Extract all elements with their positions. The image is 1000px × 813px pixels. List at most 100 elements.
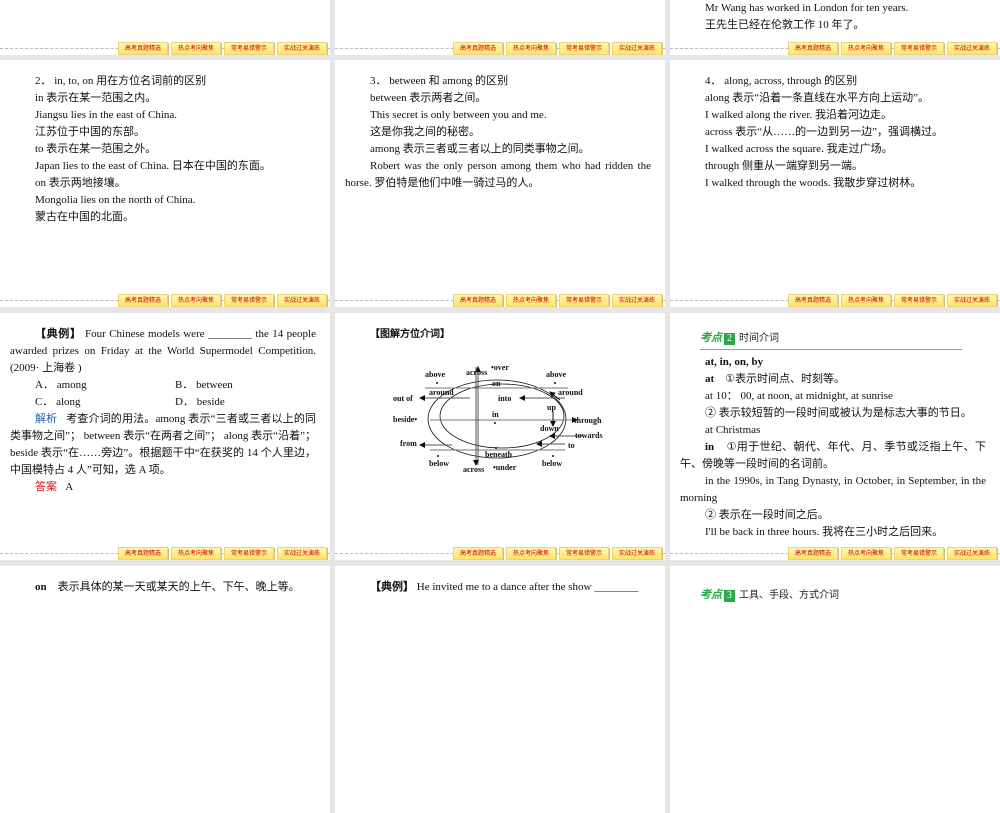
nav-button-past-exams[interactable]: 高考真题精选: [452, 294, 503, 307]
nav-button-hot-topics[interactable]: 热点考向聚焦: [840, 547, 891, 560]
text-line: Robert was the only person among them wh…: [345, 160, 651, 189]
example-label: 【典例】: [370, 581, 414, 593]
nav-button-hot-topics[interactable]: 热点考向聚焦: [840, 294, 891, 307]
slide-footer: 高考真题精选 热点考向聚焦 常考易错警示 实战过关演练: [335, 293, 665, 307]
answer-label: 答案: [35, 481, 57, 493]
footer-nav: 高考真题精选 热点考向聚焦 常考易错警示 实战过关演练: [117, 294, 327, 307]
label-over: •over: [491, 363, 509, 372]
nav-button-past-exams[interactable]: 高考真题精选: [117, 42, 168, 55]
slide-footer: 高考真题精选 热点考向聚焦 常考易错警示 实战过关演练: [0, 546, 330, 560]
nav-button-practice[interactable]: 实战过关演练: [946, 294, 997, 307]
question-text: 【典例】 Four Chinese models were ________ t…: [10, 326, 316, 377]
nav-button-hot-topics[interactable]: 热点考向聚焦: [505, 294, 556, 307]
kaodian-label: 考点: [700, 588, 722, 601]
nav-button-hot-topics[interactable]: 热点考向聚焦: [170, 547, 221, 560]
nav-button-practice[interactable]: 实战过关演练: [611, 294, 662, 307]
footer-nav: 高考真题精选 热点考向聚焦 常考易错警示 实战过关演练: [452, 547, 662, 560]
text-line: Mr Wang has worked in London for ten yea…: [705, 2, 909, 14]
label-towards: towards: [575, 431, 603, 440]
analysis: 解析 考查介词的用法。among 表示“三者或三者以上的同类事物之间”； bet…: [10, 411, 316, 479]
label-above-right: above: [546, 370, 566, 379]
text-line: 蒙古在中国的北面。: [35, 211, 134, 223]
label-to: to: [568, 441, 575, 450]
text-line: across 表示“从……的一边到另一边”，强调横过。: [705, 126, 944, 138]
section-header: 考点 2 时间介词: [700, 329, 962, 350]
footer-nav: 高考真题精选 热点考向聚焦 常考易错警示 实战过关演练: [787, 294, 997, 307]
nav-button-common-errors[interactable]: 常考易错警示: [223, 42, 274, 55]
nav-button-hot-topics[interactable]: 热点考向聚焦: [170, 42, 221, 55]
nav-button-past-exams[interactable]: 高考真题精选: [787, 42, 838, 55]
slide-footer: 高考真题精选 热点考向聚焦 常考易错警示 实战过关演练: [335, 546, 665, 560]
text-line: 2． in, to, on 用在方位名词前的区别: [35, 75, 207, 87]
slide-footer: 高考真题精选 热点考向聚焦 常考易错警示 实战过关演练: [335, 41, 665, 55]
text-line: I walked across the square. 我走过广场。: [705, 143, 893, 155]
nav-button-past-exams[interactable]: 高考真题精选: [452, 42, 503, 55]
text-line: ② 表示较短暂的一段时间或被认为是标志大事的节日。: [705, 407, 972, 419]
label-beneath: beneath: [485, 450, 513, 459]
nav-button-hot-topics[interactable]: 热点考向聚焦: [170, 294, 221, 307]
nav-button-common-errors[interactable]: 常考易错警示: [558, 547, 609, 560]
nav-button-hot-topics[interactable]: 热点考向聚焦: [505, 42, 556, 55]
option-a: A． among: [35, 379, 87, 391]
text-line: Japan lies to the east of China. 日本在中国的东…: [35, 160, 271, 172]
nav-button-past-exams[interactable]: 高考真题精选: [452, 547, 503, 560]
text-line: I walked through the woods. 我散步穿过树林。: [705, 177, 922, 189]
nav-button-common-errors[interactable]: 常考易错警示: [558, 42, 609, 55]
slide-diagram: 【图解方位介词】 above across •over above on aro…: [335, 313, 665, 560]
nav-button-common-errors[interactable]: 常考易错警示: [893, 294, 944, 307]
text-line: 这是你我之间的秘密。: [370, 126, 480, 138]
answer-value: A: [65, 481, 74, 493]
prepositions-diagram: above across •over above on around aroun…: [393, 363, 603, 474]
text-line: Mongolia lies on the north of China.: [35, 194, 196, 206]
kaodian-label: 考点: [700, 331, 722, 344]
nav-button-hot-topics[interactable]: 热点考向聚焦: [505, 547, 556, 560]
label-into: into: [498, 394, 511, 403]
nav-button-past-exams[interactable]: 高考真题精选: [117, 294, 168, 307]
footer-nav: 高考真题精选 热点考向聚焦 常考易错警示 实战过关演练: [117, 547, 327, 560]
nav-button-practice[interactable]: 实战过关演练: [276, 547, 327, 560]
slide-top-left: 高考真题精选 热点考向聚焦 常考易错警示 实战过关演练: [0, 0, 330, 55]
label-through: through: [574, 416, 602, 425]
text-line: in the 1990s, in Tang Dynasty, in Octobe…: [680, 475, 986, 504]
label-under: •under: [493, 463, 517, 472]
label-below-left: below: [429, 459, 449, 468]
footer-nav: 高考真题精选 热点考向聚焦 常考易错警示 实战过关演练: [452, 294, 662, 307]
slide-top-middle: 高考真题精选 热点考向聚焦 常考易错警示 实战过关演练: [335, 0, 665, 55]
text-line: I'll be back in three hours. 我将在三小时之后回来。: [705, 526, 944, 538]
in-label: in: [705, 441, 715, 453]
nav-button-past-exams[interactable]: 高考真题精选: [117, 547, 168, 560]
nav-button-common-errors[interactable]: 常考易错警示: [223, 547, 274, 560]
nav-button-past-exams[interactable]: 高考真题精选: [787, 547, 838, 560]
text-line: I walked along the river. 我沿着河边走。: [705, 109, 892, 121]
label-above-left: above: [425, 370, 445, 379]
heading: at, in, on, by: [705, 356, 764, 368]
nav-button-common-errors[interactable]: 常考易错警示: [893, 547, 944, 560]
text-line: through 侧重从一端穿到另一端。: [705, 160, 863, 172]
nav-button-common-errors[interactable]: 常考易错警示: [558, 294, 609, 307]
text-line: among 表示三者或三者以上的同类事物之间。: [370, 143, 590, 155]
analysis-label: 解析: [35, 413, 58, 425]
nav-button-practice[interactable]: 实战过关演练: [276, 42, 327, 55]
at-label: at: [705, 373, 715, 385]
at-text: ①表示时间点、时刻等。: [725, 373, 846, 385]
slide-in-to-on: 2． in, to, on 用在方位名词前的区别 in 表示在某一范围之内。 J…: [0, 60, 330, 307]
slide-example-question: 【典例】 Four Chinese models were ________ t…: [0, 313, 330, 560]
nav-button-practice[interactable]: 实战过关演练: [946, 42, 997, 55]
label-across-bottom: across: [463, 465, 484, 474]
options-row: A． among B． between: [10, 377, 316, 394]
slide-tool-prepositions: 考点 3 工具、手段、方式介词: [670, 566, 1000, 813]
slide-footer: 高考真题精选 热点考向聚焦 常考易错警示 实战过关演练: [670, 546, 1000, 560]
nav-button-past-exams[interactable]: 高考真题精选: [787, 294, 838, 307]
nav-button-common-errors[interactable]: 常考易错警示: [223, 294, 274, 307]
label-across-top: across: [466, 368, 487, 377]
dot: [437, 455, 439, 457]
nav-button-practice[interactable]: 实战过关演练: [611, 547, 662, 560]
option-c: C． along: [35, 396, 81, 408]
text-line: at Christmas: [705, 424, 761, 436]
nav-button-hot-topics[interactable]: 热点考向聚焦: [840, 42, 891, 55]
nav-button-practice[interactable]: 实战过关演练: [611, 42, 662, 55]
nav-button-practice[interactable]: 实战过关演练: [946, 547, 997, 560]
nav-button-common-errors[interactable]: 常考易错警示: [893, 42, 944, 55]
nav-button-practice[interactable]: 实战过关演练: [276, 294, 327, 307]
slide-along-across-through: 4． along, across, through 的区别 along 表示“沿…: [670, 60, 1000, 307]
